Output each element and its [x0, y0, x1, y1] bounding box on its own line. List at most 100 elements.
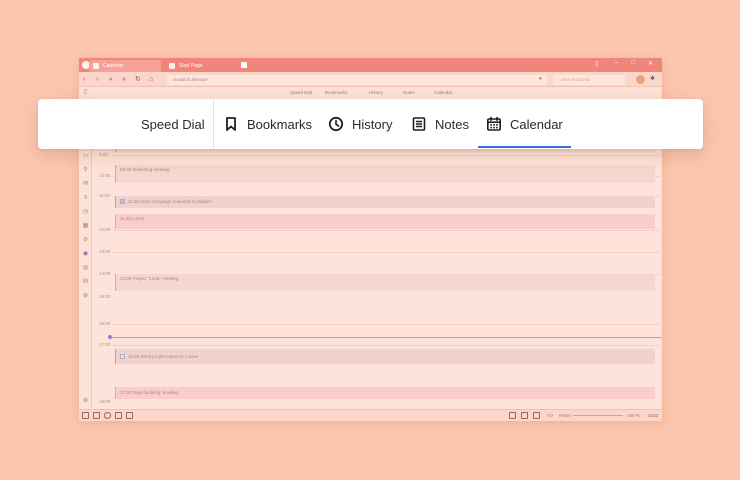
hour-label: 17:00 [99, 342, 111, 347]
bookmark-bar-popup: Speed Dial Bookmarks History Notes Calen… [38, 99, 703, 149]
event-title: 17:30 Team building: bowling [120, 390, 178, 395]
zoom-value: 100 % [627, 413, 640, 418]
sync-icon[interactable] [104, 412, 111, 419]
hour-label: 10:00 [99, 173, 111, 178]
clock-icon [328, 116, 344, 132]
history-panel-icon[interactable]: ◷ [82, 209, 89, 216]
fast-forward-icon[interactable]: » [122, 75, 126, 84]
link-panel-icon[interactable]: ⚲ [82, 167, 89, 174]
bookmark-speed-dial[interactable]: Speed Dial [290, 89, 312, 97]
task-title: 15:30 Send project report to Louise [128, 354, 199, 359]
reader-icon[interactable] [126, 412, 133, 419]
tab-menu-icon[interactable]: ▯ [595, 60, 598, 67]
cloud-icon[interactable] [509, 412, 516, 419]
hour-label: 15:00 [99, 294, 111, 299]
calendar-tab-icon [93, 63, 99, 69]
feeds-panel-icon[interactable]: ⊘ [82, 237, 89, 244]
bookmarks-panel-icon[interactable]: ▭ [82, 153, 89, 160]
hour-line [113, 345, 661, 346]
bookmark-history[interactable]: History [369, 89, 383, 97]
mail-panel-icon[interactable]: ✉ [82, 181, 89, 188]
address-field[interactable]: vivaldi://calendar/ [167, 75, 547, 85]
event-title: 11:30 Lunch [120, 216, 145, 221]
page-actions-icon[interactable]: </> [547, 411, 554, 420]
popup-label: Bookmarks [247, 116, 313, 132]
current-time-marker [108, 335, 112, 339]
zoom-reset-button[interactable]: Reset [559, 411, 571, 420]
hour-line [113, 230, 661, 231]
calendar-event[interactable]: 09:30 Marketing meeting [115, 165, 655, 183]
bookmark-calendar[interactable]: Calendar [434, 89, 452, 97]
capture-icon[interactable] [115, 412, 122, 419]
popup-speed-dial[interactable]: Speed Dial [141, 99, 205, 149]
popup-bookmarks[interactable]: Bookmarks [223, 99, 312, 149]
hour-label: 12:00 [99, 227, 111, 232]
zoom-slider[interactable] [573, 415, 623, 416]
hour-label: 14:00 [99, 271, 111, 276]
bookmark-notes[interactable]: Notes [403, 89, 415, 97]
tab-start-page[interactable]: Start Page [165, 60, 237, 72]
hour-label: 9:00 [99, 152, 108, 157]
address-dropdown-icon[interactable]: ▾ [539, 75, 542, 84]
calendar-event[interactable]: 11:30 Lunch [115, 214, 655, 229]
hour-label: 18:00 [99, 399, 111, 404]
back-icon[interactable]: ‹ [83, 75, 85, 84]
clock: 15:52 [647, 413, 659, 418]
calendar-task[interactable]: 11:00 Send campaign materials to William [115, 196, 655, 208]
event-title: 14:00 Project "Luna" meeting [120, 276, 179, 281]
settings-icon[interactable]: ⚙ [82, 398, 89, 405]
popup-calendar[interactable]: Calendar [486, 99, 563, 149]
mastodon-panel-icon[interactable]: ◉ [82, 251, 89, 258]
close-window-icon[interactable]: ✕ [648, 60, 653, 67]
calendar-panel-icon[interactable]: ▦ [82, 223, 89, 230]
home-icon[interactable]: ⌂ [149, 75, 153, 84]
panel-toggle-icon[interactable] [82, 412, 89, 419]
tab-calendar[interactable]: Calendar [89, 60, 161, 72]
task-checkbox[interactable] [120, 199, 125, 204]
task-checkbox[interactable] [120, 354, 125, 359]
popup-history[interactable]: History [328, 99, 392, 149]
notes-panel-icon[interactable]: ≡ [82, 195, 89, 202]
rewind-icon[interactable]: « [109, 75, 113, 84]
maximize-icon[interactable]: □ [631, 60, 635, 66]
popup-label: Calendar [510, 116, 563, 132]
calendar-event[interactable]: 17:30 Team building: bowling [115, 387, 655, 399]
current-time-line [110, 337, 662, 338]
window-icon[interactable] [521, 412, 528, 419]
forward-icon[interactable]: › [96, 75, 98, 84]
add-panel-icon[interactable]: ⊕ [82, 293, 89, 300]
bookmark-bookmarks[interactable]: Bookmarks [325, 89, 348, 97]
popup-notes[interactable]: Notes [411, 99, 469, 149]
hour-label: 11:00 [99, 193, 110, 198]
wikipedia-panel-icon[interactable]: W [82, 279, 89, 286]
popup-label: History [352, 116, 393, 132]
tab-bar: Calendar Start Page ▯ – □ ✕ [79, 58, 662, 72]
hour-line [113, 155, 661, 156]
tab-label: Start Page [179, 63, 203, 69]
event-title: 09:30 Marketing meeting [120, 167, 170, 172]
extensions-icon[interactable]: ✱ [650, 75, 655, 84]
hour-line [113, 252, 661, 253]
calendar-icon [486, 116, 501, 131]
reload-icon[interactable]: ↻ [135, 75, 141, 84]
search-input[interactable]: Search Ecosia [553, 75, 625, 85]
tab-tiling-icon[interactable] [93, 412, 100, 419]
popup-divider [213, 99, 214, 149]
tab-label: Calendar [103, 63, 124, 69]
minimize-icon[interactable]: – [615, 60, 618, 66]
calendar-task[interactable]: 15:30 Send project report to Louise [115, 349, 655, 364]
bookmark-bar: ▯ Speed Dial Bookmarks History Notes Cal… [79, 88, 662, 98]
start-page-tab-icon [169, 63, 175, 69]
panel-toggle-icon[interactable]: ▯ [82, 89, 89, 96]
task-title: 11:00 Send campaign materials to William [128, 199, 212, 204]
profile-avatar[interactable] [636, 75, 645, 84]
status-bar: </> Reset 100 % 15:52 [79, 409, 662, 421]
notes-icon [412, 117, 426, 131]
popup-label: Notes [435, 116, 469, 132]
calendar-event[interactable]: 14:00 Project "Luna" meeting [115, 274, 655, 291]
image-icon[interactable] [533, 412, 540, 419]
new-tab-icon[interactable] [241, 62, 247, 68]
hour-label: 16:00 [99, 321, 111, 326]
popup-label: Speed Dial [141, 116, 205, 132]
vivaldi-panel-icon[interactable]: ◎ [82, 265, 89, 272]
